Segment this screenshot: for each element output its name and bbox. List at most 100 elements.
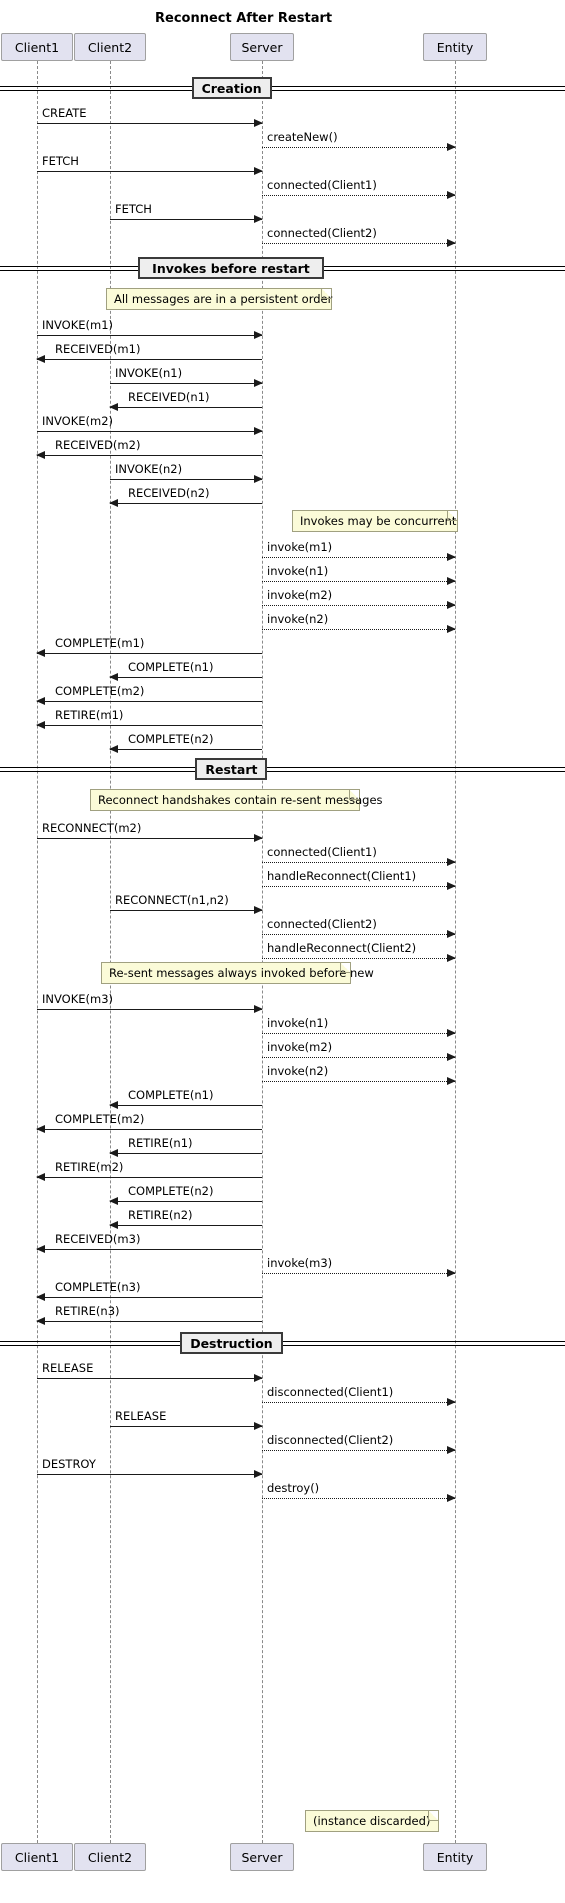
message-line [262,629,455,630]
participant-client1-top[interactable]: Client1 [1,33,73,61]
message-line [37,653,262,654]
participant-label: Entity [436,1849,474,1865]
message-label: RECEIVED(n2) [128,486,210,500]
message-label: invoke(n2) [267,1064,329,1078]
note-invokes-may-be-concurrent: Invokes may be concurrent [292,510,458,532]
arrowhead-icon [447,191,456,199]
message-line [37,1378,262,1379]
group-label-text: Invokes before restart [152,260,310,276]
message-line [110,1225,262,1226]
participant-client2-bottom[interactable]: Client2 [74,1843,146,1871]
message-label: connected(Client1) [267,845,377,859]
arrowhead-icon [254,1470,263,1478]
participant-client2-top[interactable]: Client2 [74,33,146,61]
message-label: RETIRE(n2) [128,1208,193,1222]
message-label: handleReconnect(Client2) [267,941,417,955]
group-label-destruction: Destruction [180,1332,283,1354]
message-line [110,1153,262,1154]
message-line [110,407,262,408]
message-label: invoke(m3) [267,1256,333,1270]
message-line [262,1273,455,1274]
lifeline-entity [455,61,456,1843]
arrowhead-icon [447,553,456,561]
arrowhead-icon [447,1077,456,1085]
message-label: createNew() [267,130,338,144]
participant-entity-top[interactable]: Entity [423,33,487,61]
message-line [262,1498,455,1499]
message-line [262,958,455,959]
participant-server-top[interactable]: Server [230,33,294,61]
note-re-sent-messages-always-invoked-before-n: Re-sent messages always invoked before n… [101,962,374,984]
message-line [110,1201,262,1202]
participant-label: Client2 [87,39,133,55]
group-label-creation: Creation [191,77,272,99]
arrowhead-icon [447,882,456,890]
message-line [37,725,262,726]
arrowhead-icon [447,1398,456,1406]
message-label: INVOKE(m1) [42,318,114,332]
arrowhead-icon [109,1197,118,1205]
message-label: INVOKE(m2) [42,414,114,428]
message-line [37,359,262,360]
note-fold-corner-icon [321,289,331,299]
message-label: destroy() [267,1481,320,1495]
note-fold-corner-icon [349,790,359,800]
note-text: All messages are in a persistent order [114,292,333,306]
message-line [37,1321,262,1322]
group-label-text: Creation [201,80,262,96]
arrowhead-icon [36,649,45,657]
arrowhead-icon [36,1173,45,1181]
note-reconnect-handshakes-contain-re-sent-mes: Reconnect handshakes contain re-sent mes… [90,789,383,811]
message-label: FETCH [42,154,79,168]
message-line [110,503,262,504]
lifeline-server [262,61,263,1843]
arrowhead-icon [254,1005,263,1013]
message-line [262,862,455,863]
arrowhead-icon [447,1446,456,1454]
message-label: CREATE [42,106,87,120]
message-label: COMPLETE(m1) [55,636,145,650]
message-line [37,171,262,172]
arrowhead-icon [36,355,45,363]
message-label: disconnected(Client1) [267,1385,394,1399]
message-label: RECEIVED(n1) [128,390,210,404]
participant-server-bottom[interactable]: Server [230,1843,294,1871]
message-label: RECONNECT(m2) [42,821,142,835]
note-text: Re-sent messages always invoked before n… [109,966,374,980]
message-line [262,1033,455,1034]
group-label-text: Restart [205,761,258,777]
participant-client1-bottom[interactable]: Client1 [1,1843,73,1871]
message-line [262,1081,455,1082]
arrowhead-icon [36,1245,45,1253]
message-line [110,1105,262,1106]
note-text: (instance discarded) [313,1814,431,1828]
arrowhead-icon [447,1053,456,1061]
arrowhead-icon [447,577,456,585]
message-label: COMPLETE(n2) [128,732,214,746]
arrowhead-icon [254,1374,263,1382]
participant-label: Client1 [14,1849,60,1865]
note-fold-corner-icon [447,511,457,521]
note-text: Invokes may be concurrent [300,514,457,528]
message-label: RECONNECT(n1,n2) [115,893,229,907]
lifeline-client1 [37,61,38,1843]
arrowhead-icon [36,1317,45,1325]
message-line [262,1402,455,1403]
message-label: FETCH [115,202,152,216]
arrowhead-icon [36,697,45,705]
message-line [37,455,262,456]
message-label: connected(Client2) [267,226,377,240]
sequence-diagram: Reconnect After Restart Creation Invokes … [0,0,565,1903]
message-label: invoke(n1) [267,1016,329,1030]
arrowhead-icon [447,1269,456,1277]
participant-entity-bottom[interactable]: Entity [423,1843,487,1871]
participant-label: Client2 [87,1849,133,1865]
group-divider [0,86,565,91]
message-label: disconnected(Client2) [267,1433,394,1447]
message-line [262,557,455,558]
message-label: RETIRE(n1) [128,1136,193,1150]
arrowhead-icon [109,499,118,507]
arrowhead-icon [254,379,263,387]
arrowhead-icon [254,167,263,175]
message-line [110,383,262,384]
